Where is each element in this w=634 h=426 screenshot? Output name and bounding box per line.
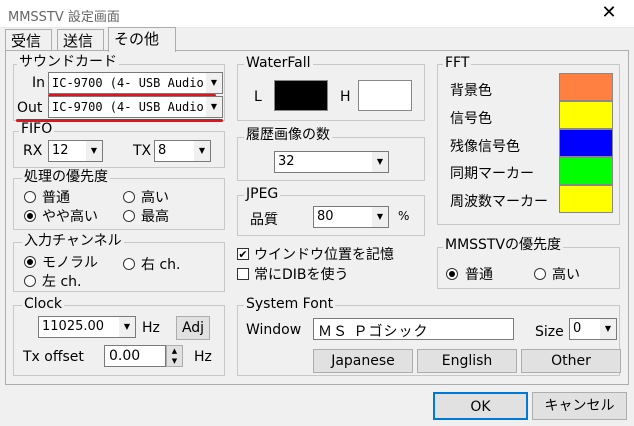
font-english-button[interactable]: English [417, 349, 517, 373]
fft-signal-label: 信号色 [450, 111, 492, 127]
mmsstv-normal-label: 普通 [465, 267, 493, 283]
fft-bg-label: 背景色 [450, 83, 492, 99]
tab-receive[interactable]: 受信 [5, 29, 52, 51]
tab-other[interactable]: その他 [108, 27, 176, 52]
priority-highest-radio[interactable] [123, 210, 135, 222]
priority-somewhat-high-label: やや高い [42, 209, 98, 225]
tab-send[interactable]: 送信 [57, 29, 104, 51]
priority-highest-label: 最高 [141, 209, 169, 225]
font-japanese-button[interactable]: Japanese [313, 349, 413, 373]
jpeg-quality-select[interactable]: 80 ▼ [313, 206, 389, 228]
tx-offset-unit: Hz [194, 349, 212, 365]
history-group-label: 履歴画像の数 [244, 127, 332, 143]
mmsstv-priority-group-label: MMSSTVの優先度 [443, 237, 564, 253]
fft-afterimage-color[interactable] [559, 129, 613, 157]
tx-offset-spinner[interactable]: ▲ ▼ [166, 345, 183, 367]
priority-group-label: 処理の優先度 [22, 169, 110, 185]
fifo-rx-select[interactable]: 12 ▼ [48, 140, 103, 162]
fifo-tx-label: TX [133, 143, 152, 159]
ok-button[interactable]: OK [433, 392, 528, 420]
channel-left-label: 左 ch. [42, 274, 82, 290]
use-dib-checkbox[interactable] [237, 268, 249, 280]
fifo-tx-select[interactable]: 8 ▼ [154, 140, 211, 162]
waterfall-l-color[interactable] [274, 80, 328, 111]
window-position-checkbox[interactable]: ✔ [237, 248, 249, 260]
chevron-down-icon: ▼ [599, 319, 616, 339]
channel-mono-label: モノラル [42, 255, 98, 271]
chevron-down-icon: ▼ [85, 141, 102, 161]
fifo-group-label: FIFO [19, 121, 55, 137]
clock-select[interactable]: 11025.00 ▼ [38, 316, 136, 338]
font-size-select[interactable]: 0 ▼ [569, 318, 617, 340]
waterfall-h-label: H [340, 89, 351, 105]
mmsstv-high-radio[interactable] [534, 268, 546, 280]
history-select[interactable]: 32 ▼ [274, 151, 389, 173]
tx-offset-input[interactable]: 0.00 [104, 345, 166, 367]
fft-signal-color[interactable] [559, 101, 613, 129]
mmsstv-high-label: 高い [552, 267, 580, 283]
window-title: MMSSTV 設定画面 [8, 10, 120, 25]
sound-out-label: Out [17, 100, 43, 116]
sound-in-select[interactable]: IC-9700 (4- USB Audio CODEC ▼ [48, 72, 223, 94]
waterfall-h-color[interactable] [358, 80, 412, 111]
waterfall-group-label: WaterFall [244, 55, 313, 71]
font-window-label: Window [246, 322, 302, 338]
use-dib-label: 常にDIBを使う [254, 267, 349, 283]
priority-normal-label: 普通 [42, 190, 70, 206]
jpeg-group-label: JPEG [244, 186, 281, 202]
chevron-down-icon: ▼ [205, 97, 222, 117]
sound-card-group-label: サウンドカード [17, 54, 119, 70]
input-channel-group-label: 入力チャンネル [22, 233, 124, 249]
channel-right-radio[interactable] [123, 258, 135, 270]
tx-offset-label: Tx offset [23, 349, 84, 365]
channel-mono-radio[interactable] [24, 256, 36, 268]
adj-button[interactable]: Adj [176, 316, 210, 340]
sound-out-select[interactable]: IC-9700 (4- USB Audio CODEC ▼ [48, 96, 223, 118]
priority-normal-radio[interactable] [24, 191, 36, 203]
sound-in-label: In [32, 75, 46, 91]
chevron-down-icon: ▼ [205, 73, 222, 93]
cancel-button[interactable]: キャンセル [532, 392, 627, 420]
mmsstv-normal-radio[interactable] [446, 268, 458, 280]
priority-high-label: 高い [141, 190, 169, 206]
system-font-group-label: System Font [244, 296, 336, 312]
jpeg-quality-label: 品質 [250, 212, 278, 228]
jpeg-quality-unit: % [398, 209, 410, 223]
fft-sync-color[interactable] [559, 157, 613, 185]
chevron-down-icon: ▼ [371, 152, 388, 172]
chevron-down-icon: ▼ [118, 317, 135, 337]
fft-afterimage-label: 残像信号色 [450, 139, 520, 155]
chevron-down-icon: ▼ [371, 207, 388, 227]
waterfall-l-label: L [254, 89, 262, 105]
priority-high-radio[interactable] [123, 191, 135, 203]
fft-group-label: FFT [443, 55, 472, 71]
clock-group-label: Clock [22, 296, 65, 312]
font-window-input[interactable]: ＭＳ Ｐゴシック [313, 318, 514, 340]
font-size-label: Size [535, 324, 564, 340]
fft-freq-label: 周波数マーカー [450, 194, 548, 210]
chevron-down-icon: ▼ [193, 141, 210, 161]
fft-sync-label: 同期マーカー [450, 166, 534, 182]
title-bar: MMSSTV 設定画面 ✕ [0, 0, 634, 28]
window-position-label: ウインドウ位置を記憶 [254, 247, 394, 263]
fifo-rx-label: RX [23, 143, 43, 159]
channel-left-radio[interactable] [24, 275, 36, 287]
font-other-button[interactable]: Other [521, 349, 621, 373]
clock-unit: Hz [142, 320, 160, 336]
fft-freq-color[interactable] [559, 185, 613, 213]
channel-right-label: 右 ch. [141, 257, 181, 273]
priority-somewhat-high-radio[interactable] [24, 210, 36, 222]
fft-bg-color[interactable] [559, 73, 613, 101]
close-icon[interactable]: ✕ [592, 1, 626, 25]
